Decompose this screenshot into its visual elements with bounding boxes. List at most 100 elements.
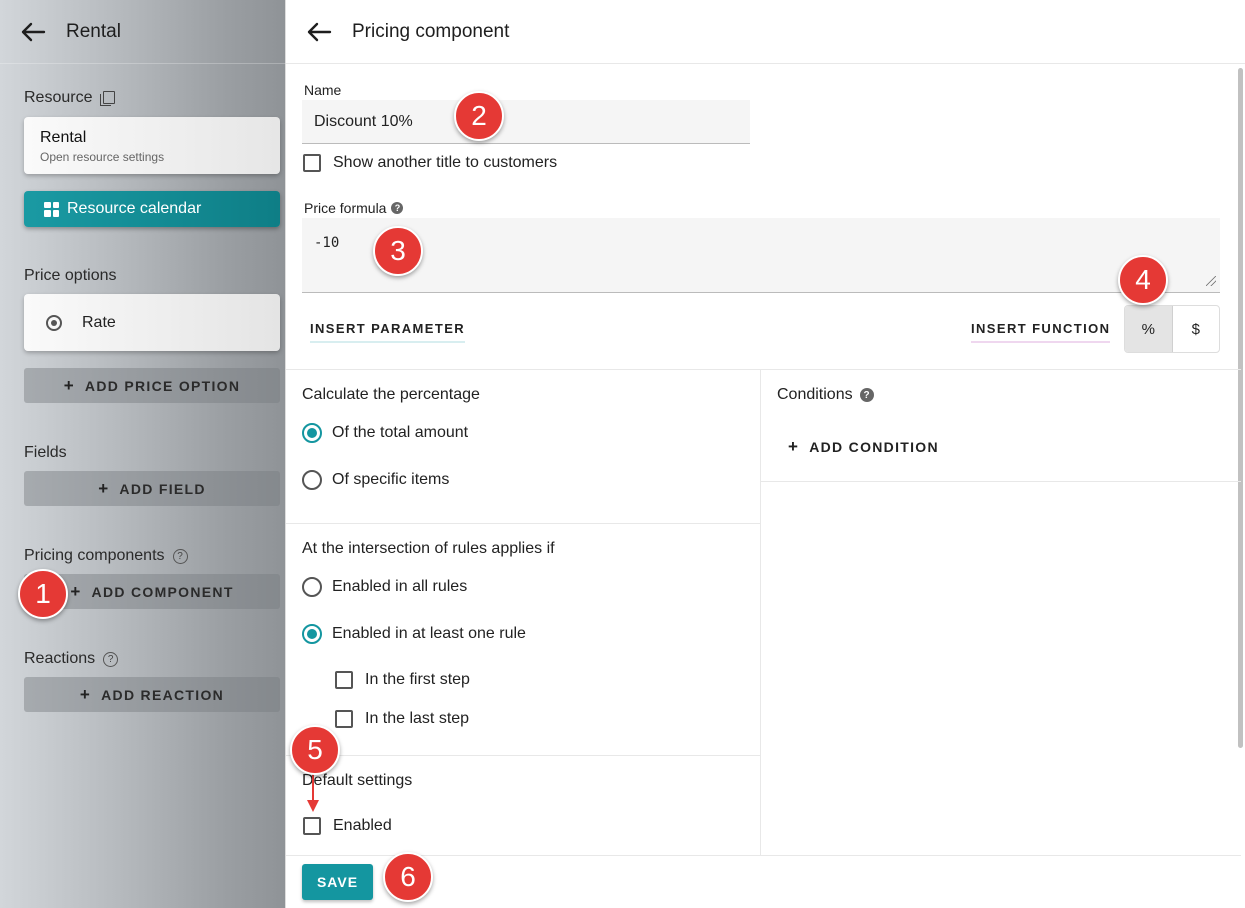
last-step-label: In the last step [365,710,470,727]
first-step-label: In the first step [365,671,470,688]
insert-parameter-button[interactable]: INSERT PARAMETER [310,321,466,343]
sidebar-title: Rental [66,20,121,42]
pricing-component-panel: Pricing component Name Discount 10% Show… [285,0,1245,908]
help-icon[interactable]: ? [859,388,874,402]
formula-value: -10 [314,235,340,251]
resource-calendar-label: Resource calendar [67,200,202,217]
back-arrow-icon[interactable] [306,22,332,42]
divider [761,481,1241,482]
radio-total-amount-label: Of the total amount [332,424,469,441]
save-button[interactable]: SAVE [302,864,373,900]
radio-specific-items[interactable]: Of specific items [302,470,449,490]
last-step-checkbox[interactable] [335,710,353,728]
sidebar-header: Rental [0,0,285,64]
insert-function-button[interactable]: INSERT FUNCTION [971,321,1111,343]
pricing-components-label: Pricing components ? [24,547,188,565]
annotation-arrow [312,772,314,802]
calculate-percentage-title: Calculate the percentage [302,386,480,403]
resource-card[interactable]: Rental Open resource settings [24,117,280,174]
show-title-label: Show another title to customers [333,154,558,171]
show-title-checkbox-row[interactable]: Show another title to customers [303,154,557,172]
scrollbar[interactable] [1238,68,1243,748]
name-label: Name [304,82,342,98]
plus-icon: + [79,684,92,704]
reactions-label: Reactions ? [24,650,119,668]
radio-selected-icon[interactable] [302,624,322,644]
divider [760,370,761,855]
rate-radio-icon [46,314,62,331]
radio-icon[interactable] [302,470,322,490]
rate-card[interactable]: Rate [24,294,280,351]
price-options-label: Price options [24,267,117,284]
resource-calendar-button[interactable]: Resource calendar [24,191,280,227]
enabled-checkbox[interactable] [303,817,321,835]
sidebar: Rental Resource Rental Open resource set… [0,0,285,908]
add-component-label: ADD COMPONENT [91,583,234,600]
reactions-label-text: Reactions [24,650,96,667]
annotation-badge-4: 4 [1118,255,1168,305]
grid-icon [44,201,59,217]
divider [286,369,1241,370]
resource-label-text: Resource [24,89,93,106]
back-arrow-icon[interactable] [20,22,46,42]
plus-icon: + [98,478,110,498]
intersection-title: At the intersection of rules applies if [302,540,555,557]
plus-icon: + [788,437,800,456]
unit-toggle: % $ [1124,305,1220,353]
conditions-title-text: Conditions [777,386,853,403]
price-formula-label-text: Price formula [304,200,387,216]
fields-label: Fields [24,444,67,461]
main-header: Pricing component [286,0,1245,64]
add-price-option-label: ADD PRICE OPTION [84,377,241,394]
annotation-badge-6: 6 [383,852,433,902]
resource-label: Resource [24,89,116,107]
annotation-arrow-head-icon [307,800,319,812]
show-title-checkbox[interactable] [303,154,321,172]
name-input[interactable]: Discount 10% [302,100,750,144]
enabled-checkbox-row[interactable]: Enabled [303,817,392,835]
percent-toggle-button[interactable]: % [1125,306,1173,352]
add-field-label: ADD FIELD [119,480,206,497]
page-title: Pricing component [352,20,510,42]
add-condition-button[interactable]: + ADD CONDITION [788,437,939,457]
radio-selected-icon[interactable] [302,423,322,443]
plus-icon: + [70,581,82,601]
enabled-label: Enabled [333,817,392,834]
copy-icon[interactable] [100,91,116,106]
add-field-button[interactable]: + ADD FIELD [24,471,280,506]
help-icon[interactable]: ? [103,651,119,667]
price-formula-label: Price formula ? [304,200,404,216]
divider [286,523,760,524]
help-icon[interactable]: ? [391,202,404,214]
annotation-badge-3: 3 [373,226,423,276]
rate-label: Rate [82,313,116,331]
pricing-components-label-text: Pricing components [24,547,165,564]
radio-specific-items-label: Of specific items [332,471,450,488]
first-step-checkbox[interactable] [335,671,353,689]
help-icon[interactable]: ? [172,548,188,564]
radio-all-rules-label: Enabled in all rules [332,578,468,595]
add-condition-label: ADD CONDITION [809,439,939,455]
annotation-badge-2: 2 [454,91,504,141]
last-step-checkbox-row[interactable]: In the last step [335,710,469,728]
first-step-checkbox-row[interactable]: In the first step [335,671,470,689]
annotation-badge-1: 1 [18,569,68,619]
price-formula-textarea[interactable]: -10 [302,218,1220,293]
resource-card-title: Rental [40,129,87,146]
add-reaction-button[interactable]: + ADD REACTION [24,677,280,712]
radio-one-rule-label: Enabled in at least one rule [332,625,526,642]
dollar-toggle-button[interactable]: $ [1173,306,1220,352]
radio-all-rules[interactable]: Enabled in all rules [302,577,467,597]
conditions-title: Conditions ? [777,386,874,404]
divider [286,755,760,756]
radio-icon[interactable] [302,577,322,597]
add-price-option-button[interactable]: + ADD PRICE OPTION [24,368,280,403]
add-reaction-label: ADD REACTION [101,686,225,703]
resize-grip-icon[interactable] [1206,276,1216,286]
radio-one-rule[interactable]: Enabled in at least one rule [302,624,526,644]
plus-icon: + [63,375,75,395]
radio-total-amount[interactable]: Of the total amount [302,423,468,443]
divider [286,855,1241,856]
resource-card-subtitle: Open resource settings [40,150,165,164]
annotation-badge-5: 5 [290,725,340,775]
